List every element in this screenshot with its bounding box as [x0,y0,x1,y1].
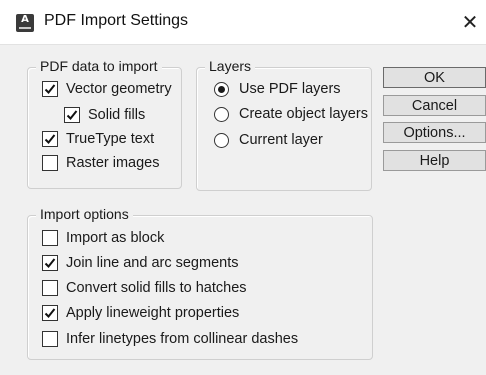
radio-button[interactable] [214,81,229,97]
layers-legend: Layers [205,58,256,74]
use-pdf-layers-radio[interactable]: Use PDF layers [214,79,341,99]
autocad-icon: A [16,14,34,32]
import-options-legend: Import options [36,206,133,222]
raster-images-checkbox[interactable]: Raster images [42,153,159,173]
apply-lineweight-label: Apply lineweight properties [66,305,240,321]
pdf-data-legend: PDF data to import [36,58,162,74]
join-line-arc-label: Join line and arc segments [66,255,239,271]
title-bar[interactable]: A PDF Import Settings ✕ [0,0,486,45]
convert-solid-fills-checkbox[interactable]: Convert solid fills to hatches [42,278,247,298]
infer-linetypes-checkbox[interactable]: Infer linetypes from collinear dashes [42,329,298,349]
import-as-block-checkbox[interactable]: Import as block [42,228,164,248]
import-as-block-label: Import as block [66,230,165,246]
vector-geometry-label: Vector geometry [66,81,172,97]
truetype-text-label: TrueType text [66,131,155,147]
vector-geometry-checkbox[interactable]: Vector geometry [42,79,172,99]
current-layer-label: Current layer [239,132,323,148]
checkbox-box[interactable] [64,107,80,123]
pdf-import-dialog: A PDF Import Settings ✕ PDF data to impo… [0,0,486,375]
checkbox-box[interactable] [42,255,58,271]
checkbox-box[interactable] [42,81,58,97]
radio-button[interactable] [214,132,229,148]
checkbox-box[interactable] [42,155,58,171]
window-title: PDF Import Settings [44,12,189,29]
close-icon[interactable]: ✕ [458,10,482,34]
current-layer-radio[interactable]: Current layer [214,130,323,150]
help-button[interactable]: Help [383,150,486,171]
checkbox-box[interactable] [42,331,58,347]
checkbox-box[interactable] [42,230,58,246]
options-button[interactable]: Options... [383,122,486,143]
ok-button[interactable]: OK [383,67,486,88]
radio-button[interactable] [214,106,229,122]
solid-fills-checkbox[interactable]: Solid fills [64,105,145,125]
use-pdf-layers-label: Use PDF layers [239,81,341,97]
truetype-text-checkbox[interactable]: TrueType text [42,129,154,149]
create-object-layers-radio[interactable]: Create object layers [214,104,368,124]
create-object-layers-label: Create object layers [239,106,368,122]
checkbox-box[interactable] [42,131,58,147]
checkbox-box[interactable] [42,280,58,296]
apply-lineweight-checkbox[interactable]: Apply lineweight properties [42,303,239,323]
solid-fills-label: Solid fills [88,107,146,123]
convert-solid-fills-label: Convert solid fills to hatches [66,280,247,296]
infer-linetypes-label: Infer linetypes from collinear dashes [66,331,299,347]
join-line-arc-checkbox[interactable]: Join line and arc segments [42,253,239,273]
cancel-button[interactable]: Cancel [383,95,486,116]
raster-images-label: Raster images [66,155,160,171]
checkbox-box[interactable] [42,305,58,321]
